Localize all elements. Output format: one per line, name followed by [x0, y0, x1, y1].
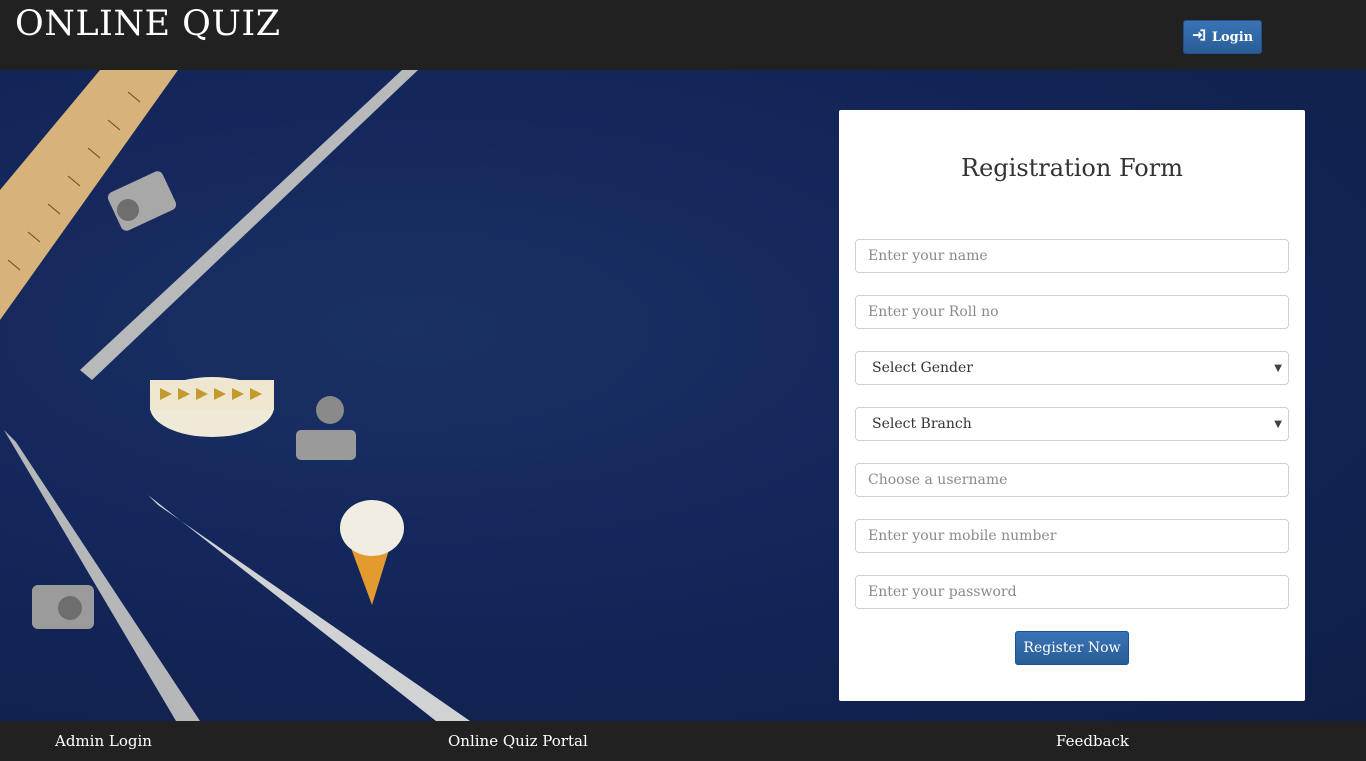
branch-select-value: Select Branch	[872, 416, 972, 432]
password-input[interactable]	[855, 575, 1289, 609]
branch-select[interactable]: Select Branch ▼	[855, 407, 1289, 441]
form-title: Registration Form	[961, 154, 1183, 182]
login-icon	[1192, 28, 1207, 46]
name-input[interactable]	[855, 239, 1289, 273]
stationery-illustration	[0, 70, 470, 721]
site-brand[interactable]: ONLINE QUIZ	[15, 4, 281, 44]
chevron-down-icon: ▼	[1274, 363, 1282, 374]
roll-no-input[interactable]	[855, 295, 1289, 329]
registration-card: Registration Form Select Gender ▼ Select…	[839, 110, 1305, 701]
portal-name: Online Quiz Portal	[448, 732, 588, 750]
mobile-number-input[interactable]	[855, 519, 1289, 553]
login-label: Login	[1211, 29, 1254, 45]
gender-select[interactable]: Select Gender ▼	[855, 351, 1289, 385]
gender-select-value: Select Gender	[872, 360, 973, 376]
login-button[interactable]: Login	[1183, 20, 1262, 54]
footer: Admin Login Online Quiz Portal Feedback	[0, 721, 1366, 761]
username-input[interactable]	[855, 463, 1289, 497]
hero-background: Registration Form Select Gender ▼ Select…	[0, 70, 1366, 721]
top-navbar: ONLINE QUIZ Login	[0, 0, 1366, 70]
admin-login-link[interactable]: Admin Login	[55, 732, 152, 750]
chevron-down-icon: ▼	[1274, 419, 1282, 430]
feedback-link[interactable]: Feedback	[1056, 732, 1129, 750]
register-button[interactable]: Register Now	[1015, 631, 1129, 665]
